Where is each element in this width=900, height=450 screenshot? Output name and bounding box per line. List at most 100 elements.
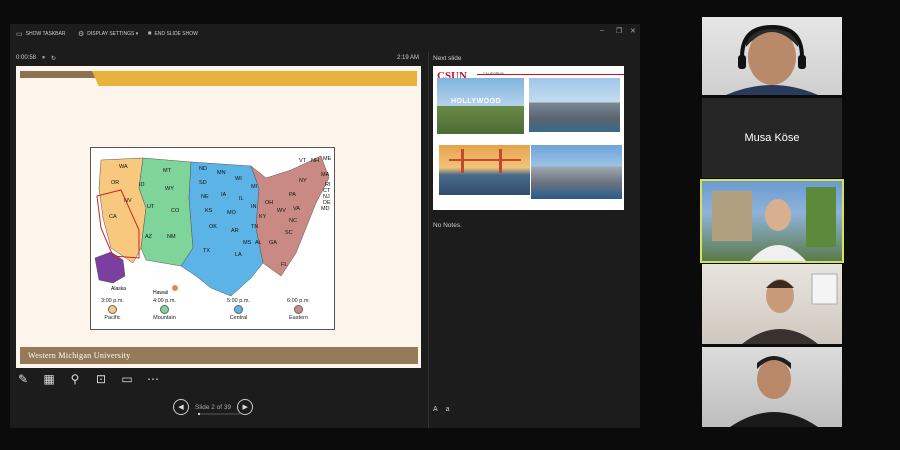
decrease-font-icon[interactable]: a (446, 406, 450, 413)
next-slide-label: Next slide (433, 55, 462, 62)
timezone-time: 6:00 p.m. (287, 298, 310, 304)
state-label-or: OR (111, 180, 119, 186)
pause-icon[interactable]: ⏸ (42, 55, 45, 62)
slide-progress-bar (198, 413, 240, 415)
pointer-icon[interactable]: ⊡ (94, 372, 108, 386)
state-label-me: ME (323, 156, 332, 162)
participant-video-5[interactable] (702, 347, 842, 427)
state-label-sc: SC (285, 230, 293, 236)
timezone-legend: 3:00 p.m. Pacific 4:00 p.m. Mountain 5:00 p.… (91, 298, 334, 328)
state-label-wa: WA (119, 164, 128, 170)
state-label-ks: KS (205, 208, 213, 214)
timezone-time: 5:00 p.m. (227, 298, 250, 304)
state-label-la: LA (235, 252, 242, 258)
state-label-tx: TX (203, 248, 210, 254)
timezone-central: 5:00 p.m. Central (227, 298, 250, 321)
state-label-ky: KY (259, 214, 267, 220)
state-label-ne: NE (201, 194, 209, 200)
minimize-icon[interactable]: – (600, 27, 604, 34)
state-label-nc: NC (289, 218, 297, 224)
reset-timer-icon[interactable]: ↻ (51, 55, 56, 62)
pen-icon[interactable]: ✎ (16, 372, 30, 386)
hawaii-shape (172, 285, 178, 291)
state-label-az: AZ (145, 234, 153, 240)
slide-top-bar (20, 71, 100, 78)
state-label-va: VA (293, 206, 300, 212)
elapsed-timer: 0:00:58 ⏸ ↻ (16, 55, 57, 62)
state-label-il: IL (239, 196, 244, 202)
slide-progress-fill (198, 413, 201, 415)
san-diego-photo (531, 145, 622, 199)
slide-tools: ✎ ▦ ⚲ ⊡ ▭ ⋯ (16, 372, 160, 386)
state-label-mo: MO (227, 210, 237, 216)
participant-avatar-1 (726, 24, 818, 95)
restore-icon[interactable]: ❐ (616, 27, 622, 35)
hollywood-photo: HOLLYWOOD (437, 78, 524, 134)
next-slide-preview[interactable]: CSUN CALIFORNIA HOLLYWOOD (433, 66, 624, 210)
presenter-view: ▭ SHOW TASKBAR ⚙ DISPLAY SETTINGS ▾ ⏹ EN… (10, 24, 640, 428)
us-timezone-map: WA OR CA NV ID MT WY UT CO AZ NM ND SD NE KS OK TX MN IA MO… (90, 147, 335, 330)
subtitles-icon[interactable]: ▭ (120, 372, 134, 386)
state-label-vt: VT (299, 158, 307, 164)
timezone-time: 3:00 p.m. (101, 298, 124, 304)
state-label-nm: NM (167, 234, 176, 240)
participant-video-1[interactable] (702, 17, 842, 95)
display-icon: ⚙ (78, 31, 85, 38)
timezone-name: Mountain (153, 315, 176, 321)
state-label-in: IN (251, 204, 257, 210)
speaker-notes: No Notes. (433, 222, 462, 229)
display-settings-button[interactable]: ⚙ DISPLAY SETTINGS ▾ (78, 30, 138, 38)
end-show-icon: ⏹ (148, 30, 152, 37)
state-label-mn: MN (217, 170, 226, 176)
timezone-swatch (293, 305, 303, 314)
timezone-swatch (233, 305, 243, 314)
close-icon[interactable]: ✕ (630, 27, 636, 35)
show-taskbar-button[interactable]: ▭ SHOW TASKBAR (16, 30, 65, 38)
us-map-graphic: WA OR CA NV ID MT WY UT CO AZ NM ND SD NE KS OK TX MN IA MO… (94, 155, 332, 297)
timezone-mountain: 4:00 p.m. Mountain (153, 298, 176, 321)
state-label-nh: NH (311, 158, 319, 164)
state-label-ny: NY (299, 178, 307, 184)
state-label-co: CO (171, 208, 180, 214)
state-label-nd: ND (199, 166, 207, 172)
state-label-wv: WV (277, 208, 286, 214)
state-label-ok: OK (209, 224, 217, 230)
participant-avatar-3 (712, 187, 836, 261)
pane-divider[interactable] (428, 52, 429, 428)
state-label-ia: IA (221, 192, 227, 198)
state-label-wy: WY (165, 186, 174, 192)
zoom-icon[interactable]: ⚲ (68, 372, 82, 386)
state-label-fl: FL (281, 262, 287, 268)
end-slide-show-button[interactable]: ⏹ END SLIDE SHOW (148, 30, 198, 38)
header-rule (477, 74, 624, 75)
slides-grid-icon[interactable]: ▦ (42, 372, 56, 386)
state-label-pa: PA (289, 192, 296, 198)
timezone-eastern: 6:00 p.m. Eastern (287, 298, 310, 321)
timezone-swatch (159, 305, 169, 314)
participant-avatar-5 (730, 356, 818, 427)
hawaii-label: Hawaii (153, 290, 168, 296)
state-label-tn: TN (251, 224, 258, 230)
participant-name: Musa Köse (744, 132, 800, 144)
state-label-nv: NV (124, 198, 132, 204)
current-slide[interactable]: WA OR CA NV ID MT WY UT CO AZ NM ND SD NE KS OK TX MN IA MO… (16, 66, 421, 368)
previous-slide-button[interactable]: ◀ (173, 399, 189, 415)
state-label-ar: AR (231, 228, 239, 234)
slide-counter: Slide 2 of 39 (195, 403, 232, 411)
participant-name-tile[interactable]: Musa Köse (702, 98, 842, 178)
more-icon[interactable]: ⋯ (146, 372, 160, 386)
state-label-wi: WI (235, 176, 242, 182)
slide-footer-text: Western Michigan University (28, 351, 131, 360)
timezone-name: Central (229, 315, 248, 321)
state-label-mi: MI (251, 184, 258, 190)
participant-video-active-speaker[interactable] (700, 179, 844, 263)
increase-font-icon[interactable]: A (433, 406, 438, 413)
timezone-name: Eastern (288, 315, 308, 321)
notes-font-controls: A a (433, 406, 450, 413)
state-label-oh: OH (265, 200, 273, 206)
participant-video-4[interactable] (702, 264, 842, 344)
clock: 2:19 AM (397, 55, 420, 61)
state-label-ga: GA (269, 240, 277, 246)
la-skyline-photo (529, 78, 620, 132)
mountain-region (138, 157, 194, 267)
